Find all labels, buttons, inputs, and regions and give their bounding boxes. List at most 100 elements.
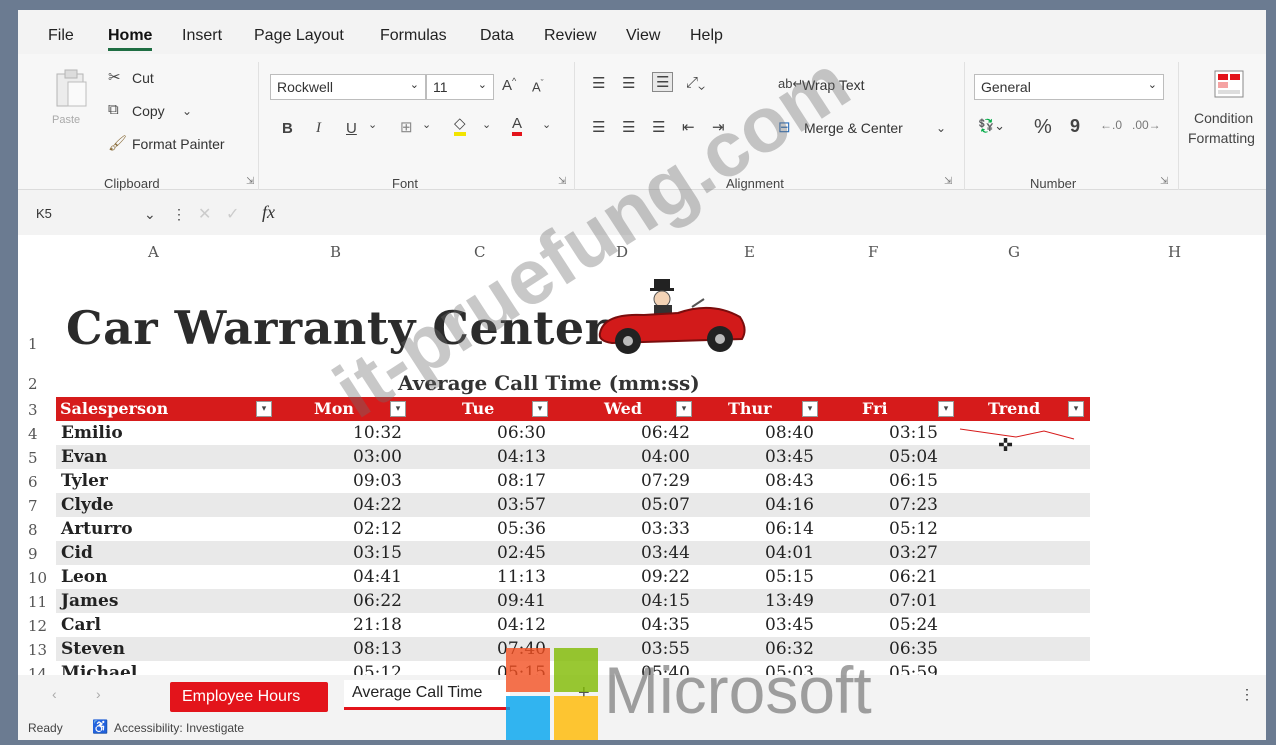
- name-box[interactable]: K5: [36, 206, 52, 221]
- filter-dropdown-icon[interactable]: ▾: [256, 401, 272, 417]
- wrap-text-button[interactable]: ab↵ Wrap Text: [778, 76, 898, 98]
- time-cell[interactable]: 06:42: [610, 421, 690, 445]
- menu-help[interactable]: Help: [690, 27, 723, 45]
- time-cell[interactable]: 08:13: [322, 637, 402, 661]
- time-cell[interactable]: 03:45: [734, 445, 814, 469]
- salesperson-cell[interactable]: Arturro: [61, 517, 133, 541]
- tab-employee-hours[interactable]: Employee Hours: [170, 682, 328, 712]
- salesperson-cell[interactable]: Carl: [61, 613, 101, 637]
- row-header-8[interactable]: 8: [28, 521, 38, 539]
- time-cell[interactable]: 05:12: [858, 517, 938, 541]
- column-header-e[interactable]: E: [744, 243, 755, 261]
- row-header-5[interactable]: 5: [28, 449, 38, 467]
- salesperson-cell[interactable]: Leon: [61, 565, 107, 589]
- decrease-font-icon[interactable]: Aˇ: [532, 78, 544, 94]
- decrease-indent-icon[interactable]: ⇤: [682, 118, 695, 136]
- increase-indent-icon[interactable]: ⇥: [712, 118, 725, 136]
- more-options-icon[interactable]: ⋮: [172, 206, 186, 223]
- align-right-icon[interactable]: ☰: [652, 118, 665, 136]
- row-header-12[interactable]: 12: [28, 617, 47, 635]
- font-name-select[interactable]: Rockwell ⌄: [270, 74, 426, 100]
- row-header-13[interactable]: 13: [28, 641, 47, 659]
- alignment-launcher-icon[interactable]: ⇲: [944, 176, 952, 187]
- time-cell[interactable]: 08:43: [734, 469, 814, 493]
- decrease-decimal-icon[interactable]: .00→: [1132, 118, 1161, 132]
- time-cell[interactable]: 05:24: [858, 613, 938, 637]
- more-options-icon[interactable]: ⋮: [1240, 686, 1254, 703]
- orientation-icon[interactable]: ⤢⌄: [686, 74, 705, 91]
- time-cell[interactable]: 05:15: [734, 565, 814, 589]
- time-cell[interactable]: 09:22: [610, 565, 690, 589]
- time-cell[interactable]: 05:59: [858, 661, 938, 675]
- bold-button[interactable]: B: [282, 120, 293, 137]
- row-header-14[interactable]: 14: [28, 665, 47, 675]
- time-cell[interactable]: 13:49: [734, 589, 814, 613]
- chevron-down-icon[interactable]: ⌄: [422, 118, 431, 131]
- time-cell[interactable]: 04:16: [734, 493, 814, 517]
- row-header-6[interactable]: 6: [28, 473, 38, 491]
- time-cell[interactable]: 04:35: [610, 613, 690, 637]
- time-cell[interactable]: 03:00: [322, 445, 402, 469]
- chevron-down-icon[interactable]: ⌄: [368, 118, 377, 131]
- time-cell[interactable]: 03:45: [734, 613, 814, 637]
- row-header-9[interactable]: 9: [28, 545, 38, 563]
- borders-icon[interactable]: ⊞: [400, 118, 413, 136]
- salesperson-cell[interactable]: Clyde: [61, 493, 114, 517]
- row-header-11[interactable]: 11: [28, 593, 47, 611]
- comma-style-button[interactable]: 9: [1070, 116, 1080, 137]
- column-header-c[interactable]: C: [474, 243, 485, 261]
- paste-button[interactable]: Paste: [50, 68, 94, 138]
- filter-dropdown-icon[interactable]: ▾: [676, 401, 692, 417]
- salesperson-cell[interactable]: James: [61, 589, 118, 613]
- filter-dropdown-icon[interactable]: ▾: [802, 401, 818, 417]
- chevron-down-icon[interactable]: ⌄: [482, 118, 491, 131]
- time-cell[interactable]: 06:35: [858, 637, 938, 661]
- underline-button[interactable]: U: [346, 120, 357, 137]
- format-painter-button[interactable]: 🖌 Format Painter: [108, 134, 248, 156]
- function-icon[interactable]: fx: [262, 202, 275, 223]
- table-row[interactable]: James 06:22 09:41 04:15 13:49 07:01: [56, 589, 1090, 613]
- menu-review[interactable]: Review: [544, 27, 596, 45]
- table-row[interactable]: Tyler 09:03 08:17 07:29 08:43 06:15: [56, 469, 1090, 493]
- salesperson-cell[interactable]: Michael: [61, 661, 137, 675]
- time-cell[interactable]: 05:40: [610, 661, 690, 675]
- time-cell[interactable]: 08:17: [466, 469, 546, 493]
- align-left-icon[interactable]: ☰: [592, 118, 605, 136]
- time-cell[interactable]: 04:13: [466, 445, 546, 469]
- menu-page-layout[interactable]: Page Layout: [254, 27, 344, 45]
- worksheet-grid[interactable]: ABCDEFGH 1 2 3 4 5 6 7 8 9 10 11 12 13 14 Car Warrant…: [18, 235, 1266, 675]
- italic-button[interactable]: I: [316, 120, 321, 137]
- time-cell[interactable]: 07:01: [858, 589, 938, 613]
- column-header-d[interactable]: D: [616, 243, 628, 261]
- enter-icon[interactable]: ✓: [226, 204, 239, 224]
- time-cell[interactable]: 03:57: [466, 493, 546, 517]
- row-header-7[interactable]: 7: [28, 497, 38, 515]
- accounting-format-icon[interactable]: 💱⌄: [978, 118, 1005, 134]
- time-cell[interactable]: 07:29: [610, 469, 690, 493]
- tab-average-call-time[interactable]: Average Call Time: [344, 680, 510, 710]
- align-center-icon[interactable]: ☰: [622, 118, 635, 136]
- column-header-a[interactable]: A: [148, 243, 159, 261]
- table-row[interactable]: Leon 04:41 11:13 09:22 05:15 06:21: [56, 565, 1090, 589]
- align-middle-icon[interactable]: ☰: [622, 74, 635, 92]
- table-row[interactable]: Arturro 02:12 05:36 03:33 06:14 05:12: [56, 517, 1090, 541]
- filter-dropdown-icon[interactable]: ▾: [532, 401, 548, 417]
- time-cell[interactable]: 08:40: [734, 421, 814, 445]
- time-cell[interactable]: 03:33: [610, 517, 690, 541]
- time-cell[interactable]: 09:03: [322, 469, 402, 493]
- cut-button[interactable]: ✂ Cut: [108, 68, 178, 90]
- time-cell[interactable]: 10:32: [322, 421, 402, 445]
- column-header-h[interactable]: H: [1168, 243, 1181, 261]
- column-header-f[interactable]: F: [868, 243, 878, 261]
- time-cell[interactable]: 06:14: [734, 517, 814, 541]
- copy-button[interactable]: ⧉ Copy ⌄: [108, 101, 198, 123]
- cancel-icon[interactable]: ✕: [198, 204, 211, 224]
- chevron-down-icon[interactable]: ⌄: [144, 206, 156, 223]
- time-cell[interactable]: 03:15: [322, 541, 402, 565]
- column-header-g[interactable]: G: [1008, 243, 1020, 261]
- time-cell[interactable]: 05:07: [610, 493, 690, 517]
- time-cell[interactable]: 06:32: [734, 637, 814, 661]
- table-row[interactable]: Cid 03:15 02:45 03:44 04:01 03:27: [56, 541, 1090, 565]
- fill-color-icon[interactable]: ◇: [454, 116, 466, 136]
- clipboard-launcher-icon[interactable]: ⇲: [246, 176, 254, 187]
